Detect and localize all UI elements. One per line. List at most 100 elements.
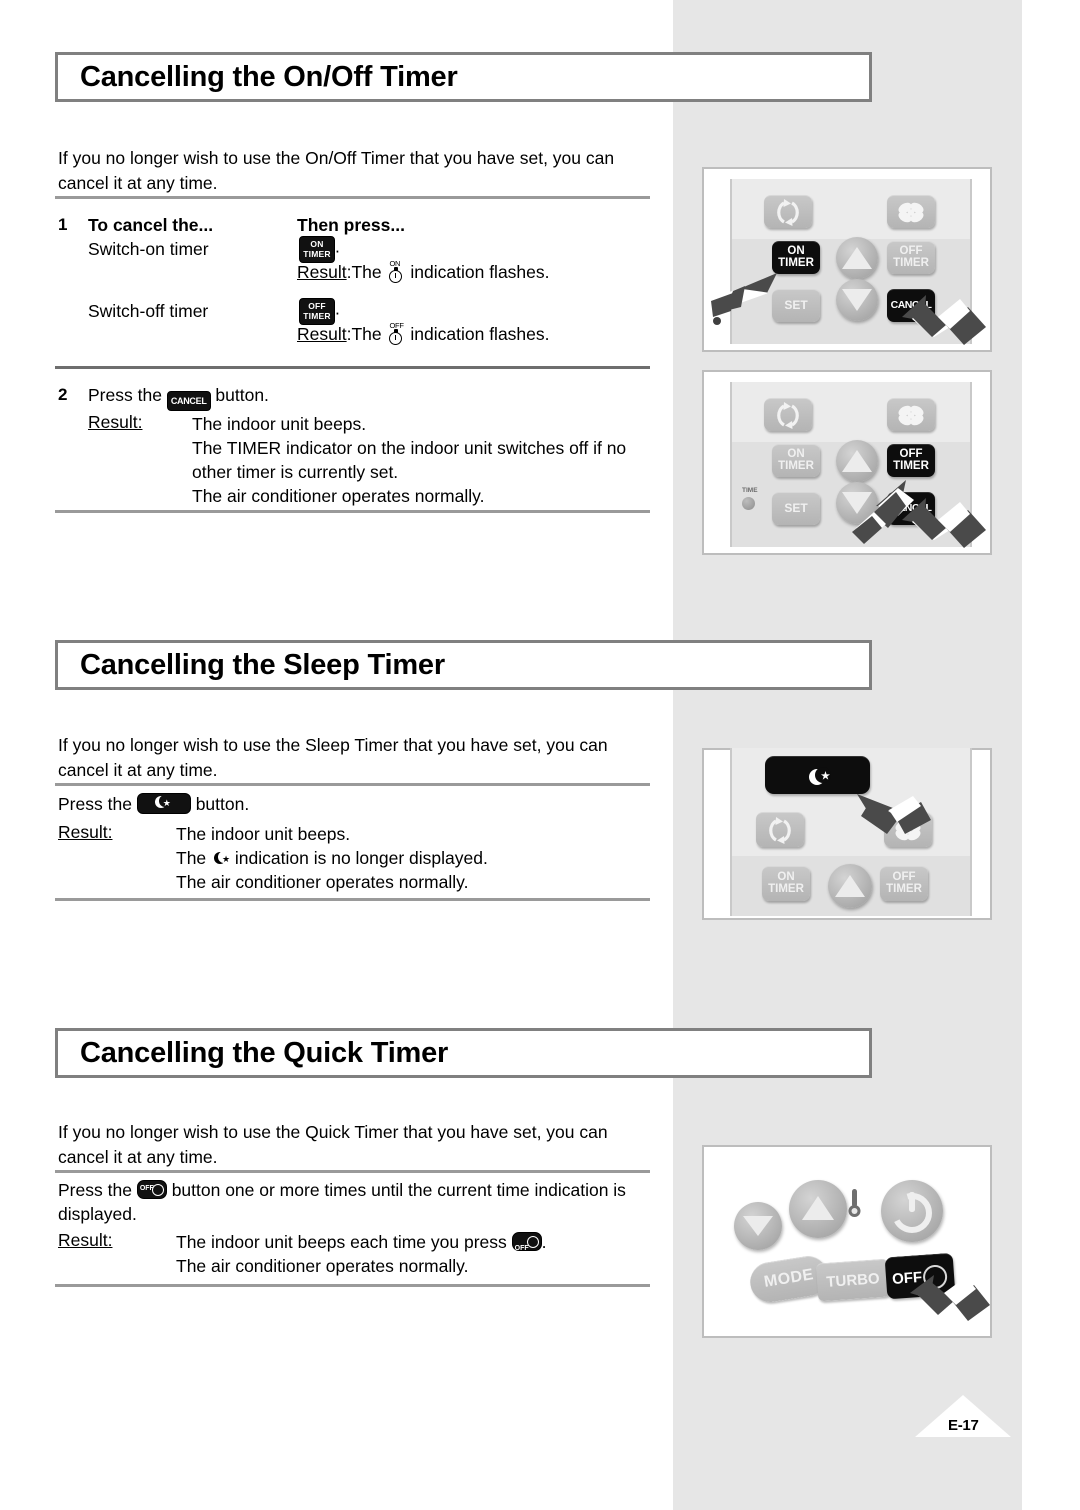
on-timer-key[interactable]: ON TIMER bbox=[762, 866, 810, 901]
page-right-margin bbox=[1022, 0, 1080, 1510]
divider-rule bbox=[55, 366, 650, 369]
off-timer-key-line1: OFF bbox=[899, 245, 923, 257]
off-timer-key[interactable]: OFF TIMER bbox=[880, 866, 928, 901]
time-led-label: TIME bbox=[742, 487, 758, 494]
result-label: Result bbox=[297, 324, 347, 344]
turbo-key[interactable]: TURBO bbox=[815, 1258, 891, 1302]
sleep-result-line-3: The air conditioner operates normally. bbox=[176, 872, 469, 892]
section-sleep-intro: If you no longer wish to use the Sleep T… bbox=[58, 733, 658, 783]
sleep-result-lines: The indoor unit beeps. The ★ indication … bbox=[176, 822, 488, 894]
section-sleep-intro-text: If you no longer wish to use the Sleep T… bbox=[58, 735, 608, 780]
illustration-remote-off-timer: ON TIMER OFF TIMER SET CANCEL TIME bbox=[702, 370, 992, 555]
quick-result-lines: The indoor unit beeps each time you pres… bbox=[176, 1230, 547, 1278]
on-timer-button-icon-line2: TIMER bbox=[303, 248, 331, 259]
divider-rule bbox=[55, 196, 650, 199]
illustration-remote-sleep: ★ ON TIMER OFF TIMER bbox=[702, 748, 992, 920]
set-key[interactable]: SET bbox=[772, 492, 820, 525]
step-1-number: 1 bbox=[58, 215, 68, 234]
section-quick-intro-text: If you no longer wish to use the Quick T… bbox=[58, 1122, 608, 1167]
swing-icon bbox=[777, 199, 799, 226]
quick-result-line-2: The air conditioner operates normally. bbox=[176, 1256, 469, 1276]
on-timer-key[interactable]: ON TIMER bbox=[772, 444, 820, 477]
swing-key[interactable] bbox=[764, 195, 812, 228]
swing-icon bbox=[769, 817, 791, 844]
sleep-result-line-2: The ★ indication is no longer displayed. bbox=[176, 846, 488, 870]
step-1-row-2-result: Result:The OFF indication flashes. bbox=[297, 322, 550, 347]
quick-result-label: Result: bbox=[58, 1230, 113, 1250]
step-1-row-1-result-suffix: indication flashes. bbox=[410, 262, 550, 282]
fan-key[interactable] bbox=[887, 195, 935, 228]
pointer-to-cancel bbox=[902, 498, 986, 548]
step-2-result-line-1: The indoor unit beeps. bbox=[192, 414, 367, 434]
swing-key[interactable] bbox=[756, 812, 804, 847]
off-timer-badge-icon[interactable]: OFF bbox=[511, 1232, 542, 1252]
off-timer-key-line2: TIMER bbox=[893, 256, 929, 269]
star-icon: ★ bbox=[162, 798, 171, 808]
on-timer-key-line2: TIMER bbox=[768, 882, 804, 895]
result-label: Result bbox=[297, 262, 347, 282]
result-mid: :The bbox=[346, 262, 382, 282]
result-mid: :The bbox=[346, 324, 382, 344]
off-timer-key-line1: OFF bbox=[892, 871, 916, 883]
temp-down-key[interactable] bbox=[734, 1202, 782, 1250]
cancel-button-icon[interactable]: CANCEL bbox=[166, 391, 211, 411]
on-timer-key-line2: TIMER bbox=[778, 459, 814, 472]
up-key[interactable] bbox=[836, 237, 878, 279]
triangle-up-icon bbox=[835, 875, 865, 897]
section-heading-quick-text: Cancelling the Quick Timer bbox=[80, 1036, 449, 1069]
swing-key[interactable] bbox=[764, 398, 812, 431]
section-heading-onoff-text: Cancelling the On/Off Timer bbox=[80, 60, 458, 93]
sleep-result-line-2-before: The bbox=[176, 848, 207, 868]
triangle-up-icon bbox=[842, 247, 872, 269]
pointer-to-cancel bbox=[902, 295, 986, 345]
divider-rule bbox=[55, 783, 650, 786]
power-key[interactable] bbox=[881, 1180, 943, 1242]
up-key[interactable] bbox=[828, 864, 872, 908]
on-timer-key-line1: ON bbox=[777, 871, 795, 883]
sleep-press-after: button. bbox=[195, 794, 250, 814]
swing-icon bbox=[777, 402, 799, 429]
sleep-button-icon[interactable]: ★ bbox=[136, 793, 191, 814]
quick-press-before: Press the bbox=[58, 1180, 132, 1200]
on-timer-button-icon[interactable]: ON TIMER bbox=[299, 236, 335, 263]
fan-icon bbox=[898, 405, 924, 426]
off-timer-button-icon[interactable]: OFF TIMER bbox=[299, 298, 335, 325]
section-heading-quick: Cancelling the Quick Timer bbox=[55, 1028, 872, 1078]
temp-up-key[interactable] bbox=[789, 1180, 847, 1238]
turbo-key-label: TURBO bbox=[825, 1270, 881, 1291]
section-heading-sleep-text: Cancelling the Sleep Timer bbox=[80, 648, 445, 681]
step-2-result-line-2: The TIMER indicator on the indoor unit s… bbox=[192, 438, 627, 458]
off-timer-key-line2: TIMER bbox=[886, 882, 922, 895]
step-1-row-1-result: Result:The ON indication flashes. bbox=[297, 260, 550, 285]
step-2-result-line-3: other timer is currently set. bbox=[192, 462, 399, 482]
off-timer-button-icon-line2: TIMER bbox=[303, 310, 331, 321]
power-icon bbox=[892, 1192, 932, 1233]
off-timer-badge-icon[interactable]: OFF bbox=[136, 1180, 167, 1199]
off-timer-key[interactable]: OFF TIMER bbox=[887, 241, 935, 274]
pointer-to-off-timer bbox=[910, 1275, 990, 1321]
divider-rule bbox=[55, 1284, 650, 1287]
off-timer-key-line1: OFF bbox=[899, 448, 923, 460]
step-1-row-1-press: ON TIMER . bbox=[299, 236, 340, 263]
down-key[interactable] bbox=[836, 279, 878, 321]
sleep-result-line-1: The indoor unit beeps. bbox=[176, 824, 351, 844]
quick-press-after: button one or more times until the curre… bbox=[171, 1180, 626, 1200]
step-1-row-2-press: OFF TIMER . bbox=[299, 298, 340, 325]
step-2-instruction: Press the CANCEL button. bbox=[88, 385, 269, 411]
quick-result-line-1-after: . bbox=[541, 1232, 547, 1252]
pointer-to-on-timer bbox=[711, 273, 777, 325]
star-icon: ★ bbox=[221, 854, 231, 864]
period: . bbox=[335, 298, 340, 319]
moon-star-icon: ★ bbox=[809, 767, 831, 786]
stopwatch-hand bbox=[394, 335, 397, 340]
fan-key[interactable] bbox=[887, 398, 935, 431]
clock-icon bbox=[526, 1236, 539, 1248]
sleep-result-label: Result: bbox=[58, 822, 113, 842]
divider-rule bbox=[55, 510, 650, 513]
step-1-col2-header: Then press... bbox=[297, 215, 405, 235]
period: . bbox=[335, 236, 340, 257]
step-1-col1-header: To cancel the... bbox=[88, 215, 214, 235]
quick-press-instruction: Press the OFF button one or more times u… bbox=[58, 1180, 626, 1201]
step-1-row-1-label: Switch-on timer bbox=[88, 239, 209, 259]
triangle-down-icon bbox=[743, 1216, 773, 1236]
